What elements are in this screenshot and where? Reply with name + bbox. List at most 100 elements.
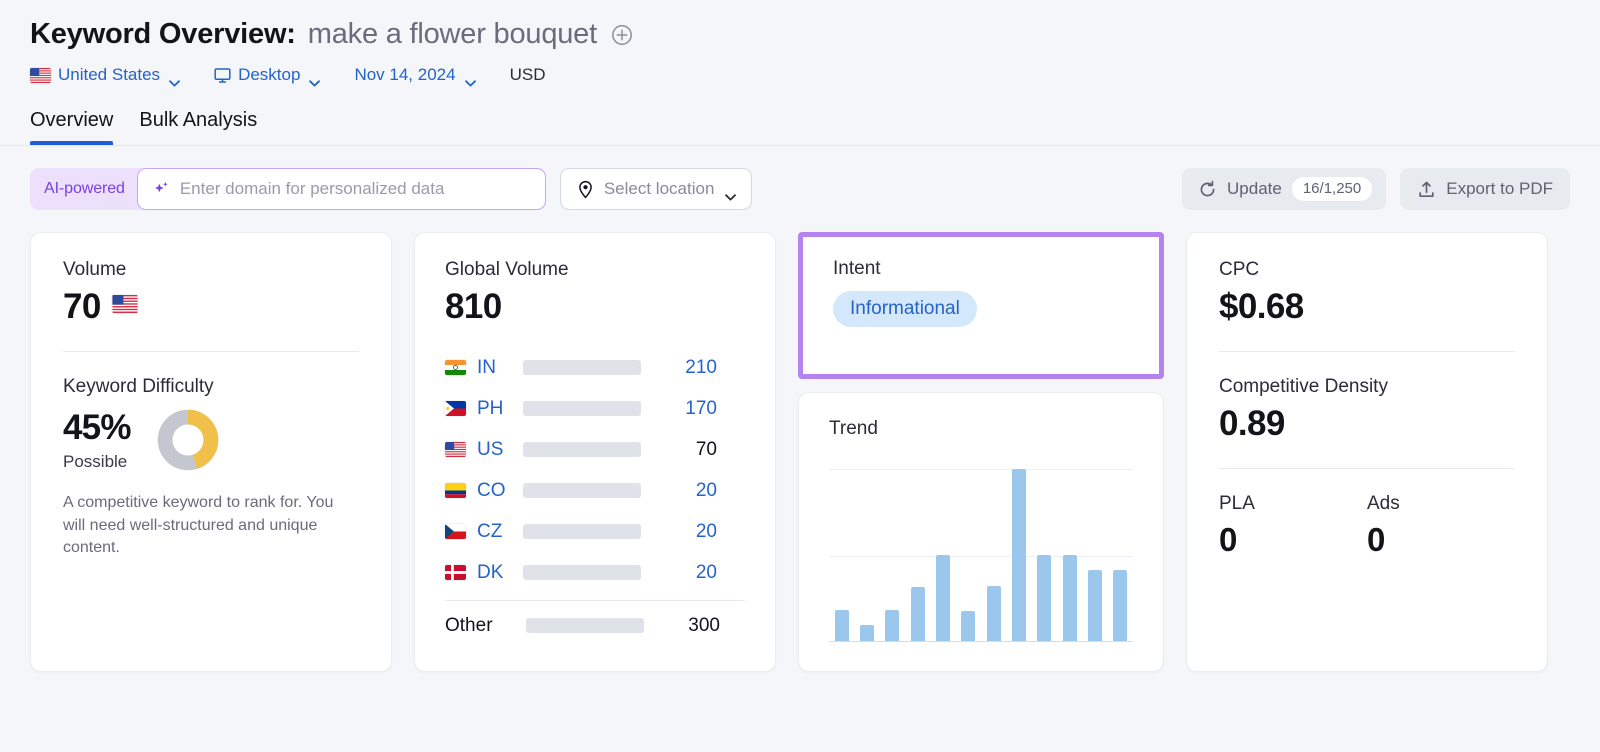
trend-bar-slot[interactable]	[880, 460, 905, 641]
export-pdf-button[interactable]: Export to PDF	[1400, 168, 1570, 210]
chevron-down-icon	[465, 72, 476, 79]
ai-powered-label: AI-powered	[44, 180, 137, 198]
ai-powered-group: AI-powered	[30, 168, 546, 210]
intent-column: Intent Informational Trend	[798, 232, 1164, 672]
trend-bar-slot[interactable]	[956, 460, 981, 641]
pla-value: 0	[1219, 521, 1367, 559]
title-row: Keyword Overview: make a flower bouquet	[30, 18, 1600, 51]
trend-bar	[835, 610, 849, 641]
device-label: Desktop	[238, 65, 300, 85]
cpc-divider	[1219, 351, 1515, 352]
chevron-down-icon	[725, 186, 736, 193]
country-code[interactable]: US	[477, 439, 523, 461]
country-value: 170	[659, 398, 717, 420]
country-code[interactable]: DK	[477, 562, 523, 584]
trend-bar	[1063, 555, 1077, 641]
ads-label: Ads	[1367, 493, 1515, 515]
trend-bar-slot[interactable]	[1108, 460, 1133, 641]
toolbar: AI-powered Select location	[0, 146, 1600, 210]
table-row: US70	[445, 429, 745, 470]
country-selector[interactable]: United States	[30, 65, 180, 85]
trend-bar	[1113, 570, 1127, 640]
tab-overview[interactable]: Overview	[30, 109, 113, 145]
country-bar-track	[523, 401, 641, 416]
trend-bar-slot[interactable]	[905, 460, 930, 641]
trend-bar-slot[interactable]	[1006, 460, 1031, 641]
volume-divider	[63, 351, 359, 352]
domain-input[interactable]	[180, 179, 531, 199]
volume-column: Volume 70	[30, 232, 392, 672]
us-flag-icon	[30, 68, 51, 83]
table-row: IN210	[445, 347, 745, 388]
kd-label: Keyword Difficulty	[63, 376, 359, 398]
country-code[interactable]: CZ	[477, 521, 523, 543]
refresh-icon	[1198, 180, 1217, 199]
tab-bulk-analysis[interactable]: Bulk Analysis	[139, 109, 257, 145]
trend-bar-slot[interactable]	[1032, 460, 1057, 641]
cd-divider	[1219, 468, 1515, 469]
update-button[interactable]: Update 16/1,250	[1182, 168, 1386, 210]
trend-bar-slot[interactable]	[930, 460, 955, 641]
trend-bar-slot[interactable]	[854, 460, 879, 641]
intent-card[interactable]: Intent Informational	[798, 232, 1164, 379]
page-title: Keyword Overview:	[30, 18, 296, 51]
country-value: 20	[659, 480, 717, 502]
toolbar-actions: Update 16/1,250 Export to PDF	[1182, 168, 1570, 210]
currency-label: USD	[510, 65, 546, 85]
pla-label: PLA	[1219, 493, 1367, 515]
cpc-card: CPC $0.68 Competitive Density 0.89 PLA 0…	[1186, 232, 1548, 672]
trend-bar	[961, 611, 975, 640]
country-code[interactable]: PH	[477, 398, 523, 420]
in-flag-icon	[445, 360, 466, 375]
date-selector[interactable]: Nov 14, 2024	[354, 65, 475, 85]
trend-bar-slot[interactable]	[1057, 460, 1082, 641]
trend-bar	[936, 555, 950, 641]
country-value: 20	[659, 521, 717, 543]
country-label: United States	[58, 65, 160, 85]
country-bar-track	[523, 483, 641, 498]
export-label: Export to PDF	[1446, 179, 1553, 199]
volume-card: Volume 70	[30, 232, 392, 672]
location-selector[interactable]: Select location	[560, 168, 753, 210]
table-row: PH 170	[445, 388, 745, 429]
map-pin-icon	[576, 180, 595, 199]
location-label: Select location	[604, 179, 715, 199]
global-volume-value: 810	[445, 287, 745, 327]
pla-block: PLA 0	[1219, 493, 1367, 559]
country-value: 20	[659, 562, 717, 584]
other-label: Other	[445, 615, 526, 637]
country-code[interactable]: CO	[477, 480, 523, 502]
trend-bars	[829, 460, 1133, 641]
kd-description: A competitive keyword to rank for. You w…	[63, 492, 359, 560]
volume-label: Volume	[63, 259, 359, 281]
table-row: CZ 20	[445, 511, 745, 552]
trend-bar-slot[interactable]	[981, 460, 1006, 641]
intent-chip[interactable]: Informational	[833, 291, 977, 327]
trend-bar	[860, 625, 874, 640]
country-bar-track	[523, 360, 641, 375]
table-row: Other 300	[445, 605, 745, 646]
country-code[interactable]: IN	[477, 357, 523, 379]
kd-value: 45%	[63, 408, 131, 448]
co-flag-icon	[445, 483, 466, 498]
competitive-density-value: 0.89	[1219, 404, 1515, 444]
trend-chart	[829, 460, 1133, 642]
kd-row: 45% Possible	[63, 408, 359, 472]
trend-card: Trend	[798, 392, 1164, 672]
trend-bar-slot[interactable]	[1082, 460, 1107, 641]
competitive-density-label: Competitive Density	[1219, 376, 1515, 398]
update-label: Update	[1227, 179, 1282, 199]
table-row: DK 20	[445, 552, 745, 593]
global-volume-card: Global Volume 810 IN210PH170US70CO20CZ20…	[414, 232, 776, 672]
cpc-label: CPC	[1219, 259, 1515, 281]
domain-input-wrapper[interactable]	[137, 168, 546, 210]
trend-bar	[885, 610, 899, 641]
cz-flag-icon	[445, 524, 466, 539]
device-selector[interactable]: Desktop	[214, 65, 320, 85]
table-row: CO 20	[445, 470, 745, 511]
plus-circle-icon[interactable]	[611, 24, 633, 46]
date-label: Nov 14, 2024	[354, 65, 455, 85]
trend-bar-slot[interactable]	[829, 460, 854, 641]
page-header: Keyword Overview: make a flower bouquet	[0, 0, 1600, 85]
tab-bar: Overview Bulk Analysis	[30, 109, 1600, 145]
